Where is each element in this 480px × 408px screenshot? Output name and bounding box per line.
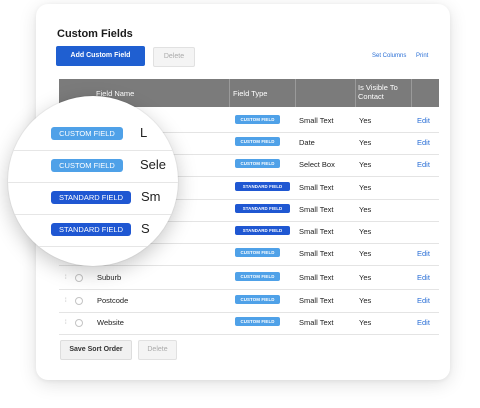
drag-handle-icon[interactable]: ⁞ [65,319,69,327]
standard-field-badge: STANDARD FIELD [51,223,131,236]
print-link[interactable]: Print [416,53,428,59]
row-radio[interactable] [75,319,83,327]
row-radio[interactable] [75,297,83,305]
header-divider [411,79,412,107]
edit-link[interactable]: Edit [417,273,430,282]
magnified-row: CUSTOM FIELD L [8,118,178,151]
custom-field-badge: CUSTOM FIELD [51,159,123,172]
visible-value: Yes [359,183,372,192]
magnified-field-type: S [141,221,150,236]
add-custom-field-button[interactable]: Add Custom Field [56,46,145,66]
custom-field-badge: CUSTOM FIELD [51,127,123,140]
standard-field-badge: STANDARD FIELD [235,226,290,235]
visible-value: Yes [359,296,372,305]
magnified-row: STANDARD FIELD Sm [8,182,178,215]
magnified-row: CUSTOM FIELD Sele [8,150,178,183]
header-visible[interactable]: Is Visible To Contact [358,83,414,101]
magnified-row: STANDARD FIELD S [8,214,178,247]
custom-field-badge: CUSTOM FIELD [235,317,280,326]
visible-value: Yes [359,273,372,282]
visible-value: Yes [359,116,372,125]
custom-field-badge: CUSTOM FIELD [235,137,280,146]
field-type-value: Date [299,138,315,147]
edit-link[interactable]: Edit [417,249,430,258]
standard-field-badge: STANDARD FIELD [51,191,131,204]
magnifier-lens: CUSTOM FIELD L CUSTOM FIELD Sele STANDARD FI… [8,96,178,266]
edit-link[interactable]: Edit [417,138,430,147]
edit-link[interactable]: Edit [417,116,430,125]
field-type-value: Small Text [299,318,334,327]
header-field-type[interactable]: Field Type [233,89,267,98]
field-type-value: Small Text [299,273,334,282]
visible-value: Yes [359,138,372,147]
standard-field-badge: STANDARD FIELD [235,182,290,191]
edit-link[interactable]: Edit [417,296,430,305]
field-type-value: Select Box [299,160,335,169]
field-type-value: Small Text [299,183,334,192]
field-name: Suburb [97,273,122,282]
header-divider [229,79,230,107]
bottom-delete-button[interactable]: Delete [138,340,177,360]
header-divider [355,79,356,107]
custom-field-badge: CUSTOM FIELD [235,115,280,124]
drag-handle-icon[interactable]: ⁞ [65,274,69,282]
magnified-field-type: Sele [140,157,167,172]
header-divider [295,79,296,107]
row-radio[interactable] [75,274,83,282]
edit-link[interactable]: Edit [417,160,430,169]
field-name: Website [97,318,124,327]
standard-field-badge: STANDARD FIELD [235,204,290,213]
visible-value: Yes [359,227,372,236]
visible-value: Yes [359,249,372,258]
field-name: Postcode [97,296,129,305]
visible-value: Yes [359,205,372,214]
set-columns-link[interactable]: Set Columns [372,53,406,59]
field-type-value: Small Text [299,227,334,236]
edit-link[interactable]: Edit [417,318,430,327]
field-type-value: Small Text [299,296,334,305]
visible-value: Yes [359,160,372,169]
field-type-value: Small Text [299,116,334,125]
delete-button[interactable]: Delete [153,47,195,67]
custom-field-badge: CUSTOM FIELD [235,248,280,257]
custom-field-badge: CUSTOM FIELD [235,159,280,168]
visible-value: Yes [359,318,372,327]
magnified-field-type: Sm [141,189,161,204]
table-row[interactable]: ⁞ Postcode CUSTOM FIELD Small Text Yes Edit [59,289,439,313]
page-title: Custom Fields [57,28,133,40]
custom-field-badge: CUSTOM FIELD [235,295,280,304]
magnified-field-type: L [140,125,148,140]
field-type-value: Small Text [299,249,334,258]
save-sort-order-button[interactable]: Save Sort Order [60,340,132,360]
table-row[interactable]: ⁞ Suburb CUSTOM FIELD Small Text Yes Edit [59,266,439,290]
field-type-value: Small Text [299,205,334,214]
table-row[interactable]: ⁞ Website CUSTOM FIELD Small Text Yes Edit [59,311,439,335]
custom-field-badge: CUSTOM FIELD [235,272,280,281]
drag-handle-icon[interactable]: ⁞ [65,297,69,305]
